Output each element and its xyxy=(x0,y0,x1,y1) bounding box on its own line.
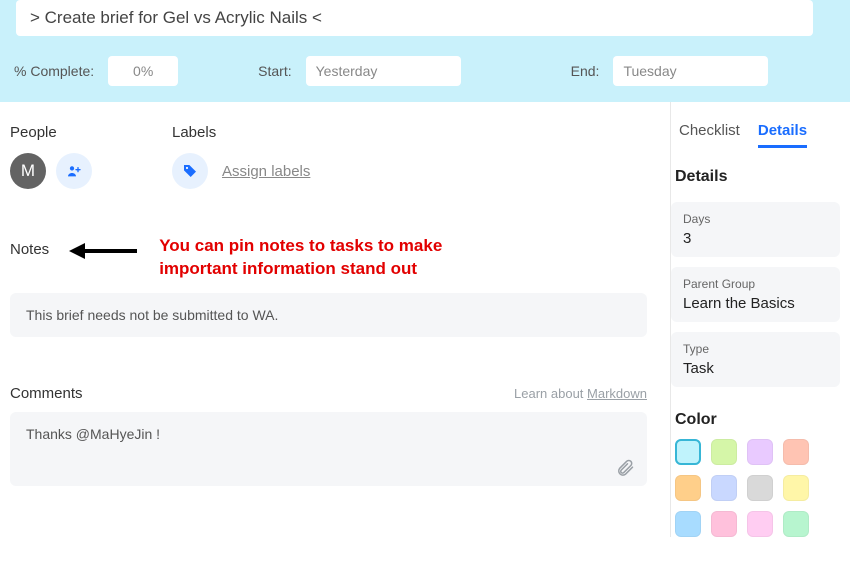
detail-label: Parent Group xyxy=(683,277,828,291)
detail-label: Days xyxy=(683,212,828,226)
annotation-text: You can pin notes to tasks to make impor… xyxy=(159,235,519,281)
color-swatch[interactable] xyxy=(711,475,737,501)
details-sidebar: Checklist Details Details Days 3 Parent … xyxy=(670,102,850,537)
add-person-button[interactable] xyxy=(56,153,92,189)
color-swatch[interactable] xyxy=(675,475,701,501)
labels-heading: Labels xyxy=(172,124,310,141)
detail-card-parent[interactable]: Parent Group Learn the Basics xyxy=(671,267,840,322)
pct-complete-input[interactable] xyxy=(108,56,178,86)
end-date-input[interactable] xyxy=(613,56,768,86)
color-swatch[interactable] xyxy=(783,439,809,465)
comments-heading: Comments xyxy=(10,385,83,402)
task-header: > Create brief for Gel vs Acrylic Nails … xyxy=(0,0,850,102)
comments-section: Comments Learn about Markdown Thanks @Ma… xyxy=(10,385,660,486)
tag-icon-button[interactable] xyxy=(172,153,208,189)
color-swatch[interactable] xyxy=(783,511,809,537)
detail-card-days[interactable]: Days 3 xyxy=(671,202,840,257)
assign-labels-link[interactable]: Assign labels xyxy=(222,163,310,180)
tag-icon xyxy=(182,163,198,179)
detail-card-type[interactable]: Type Task xyxy=(671,332,840,387)
color-swatch[interactable] xyxy=(675,511,701,537)
detail-value: Task xyxy=(683,360,828,377)
color-swatch[interactable] xyxy=(747,439,773,465)
annotation-arrow xyxy=(69,235,139,263)
color-swatch[interactable] xyxy=(747,475,773,501)
attach-button[interactable] xyxy=(615,458,635,478)
tab-details[interactable]: Details xyxy=(758,122,807,148)
detail-value: 3 xyxy=(683,230,828,247)
paperclip-icon xyxy=(615,458,635,478)
people-heading: People xyxy=(10,124,92,141)
color-swatch[interactable] xyxy=(747,511,773,537)
color-grid xyxy=(671,439,840,537)
color-swatch[interactable] xyxy=(675,439,701,465)
markdown-hint: Learn about Markdown xyxy=(514,386,647,401)
comment-input-text: Thanks @MaHyeJin ! xyxy=(26,426,631,442)
color-swatch[interactable] xyxy=(711,511,737,537)
detail-value: Learn the Basics xyxy=(683,295,828,312)
start-date-label: Start: xyxy=(258,63,291,79)
details-heading: Details xyxy=(671,158,840,196)
end-date-label: End: xyxy=(571,63,600,79)
arrow-left-icon xyxy=(69,239,139,263)
pct-complete-label: % Complete: xyxy=(14,63,94,79)
color-swatch[interactable] xyxy=(711,439,737,465)
task-title[interactable]: > Create brief for Gel vs Acrylic Nails … xyxy=(16,0,813,36)
notes-heading: Notes xyxy=(10,235,49,258)
color-heading: Color xyxy=(671,397,840,439)
tab-checklist[interactable]: Checklist xyxy=(679,122,740,148)
pinned-note[interactable]: This brief needs not be submitted to WA. xyxy=(10,293,647,337)
detail-label: Type xyxy=(683,342,828,356)
start-date-input[interactable] xyxy=(306,56,461,86)
markdown-link[interactable]: Markdown xyxy=(587,386,647,401)
labels-section: Labels Assign labels xyxy=(172,124,310,189)
color-swatch[interactable] xyxy=(783,475,809,501)
task-meta-row: % Complete: Start: End: xyxy=(10,56,840,86)
avatar[interactable]: M xyxy=(10,153,46,189)
markdown-prefix: Learn about xyxy=(514,386,587,401)
people-section: People M xyxy=(10,124,92,189)
person-plus-icon xyxy=(66,163,82,179)
comment-input[interactable]: Thanks @MaHyeJin ! xyxy=(10,412,647,486)
